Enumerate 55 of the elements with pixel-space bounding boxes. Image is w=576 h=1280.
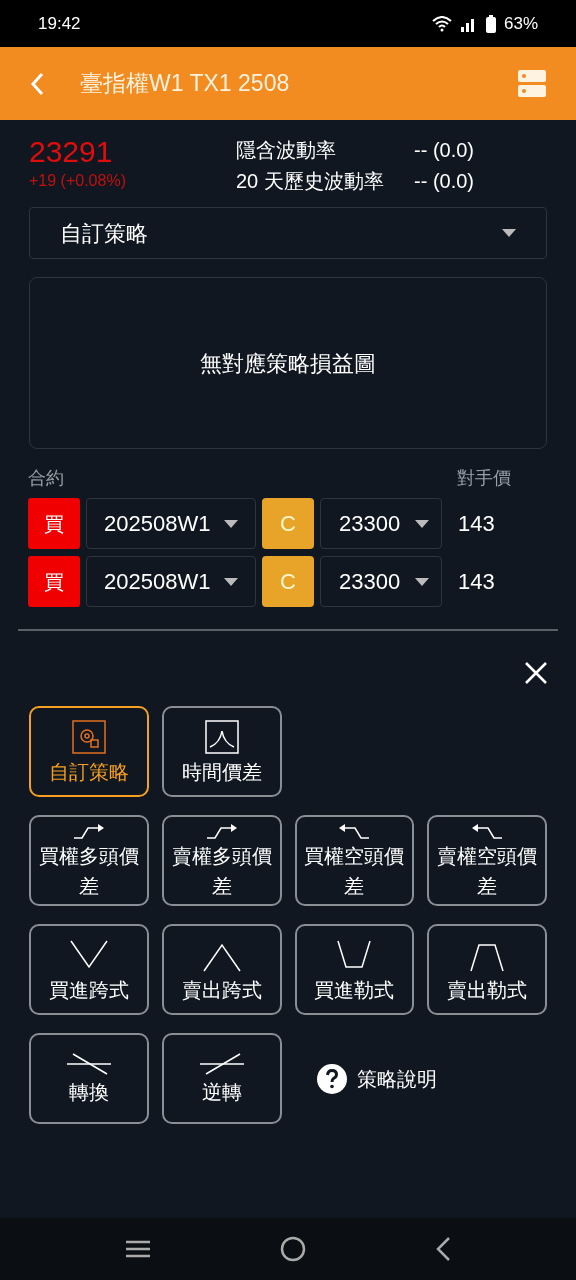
- volatility-label: 隱含波動率: [236, 138, 337, 163]
- status-time: 19:42: [38, 12, 81, 35]
- expiry-dropdown[interactable]: 202508W1: [86, 498, 256, 549]
- strategy-button[interactable]: 賣權空頭價差: [427, 815, 547, 906]
- help-icon: [317, 1063, 347, 1094]
- side-button[interactable]: 買: [28, 556, 80, 607]
- falling-arrow-icon: [471, 822, 504, 839]
- strategy-button[interactable]: 轉換: [29, 1033, 149, 1124]
- side-button[interactable]: 買: [28, 498, 80, 549]
- expiry-dropdown[interactable]: 202508W1: [86, 556, 256, 607]
- strategy-button[interactable]: 自訂策略: [29, 706, 149, 797]
- volatility-value: -- (0.0): [414, 169, 474, 194]
- rising-arrow-icon: [72, 822, 105, 839]
- strategy-button[interactable]: 買權多頭價差: [29, 815, 149, 906]
- crossing-lines-icon: [66, 1052, 112, 1075]
- strategy-button[interactable]: 逆轉: [162, 1033, 282, 1124]
- price: 23291: [29, 135, 114, 169]
- dropdown-caret-icon: [415, 519, 429, 528]
- back-icon: [30, 71, 44, 96]
- dropdown-caret-icon: [224, 519, 238, 528]
- counter-price: 143: [458, 510, 495, 538]
- strategy-help-link[interactable]: 策略說明: [317, 1063, 437, 1094]
- strike-dropdown[interactable]: 23300: [320, 498, 442, 549]
- dropdown-caret-icon: [224, 577, 238, 586]
- counter-price: 143: [458, 568, 495, 596]
- strategy-button[interactable]: 買進勒式: [294, 924, 415, 1015]
- crossing-lines-icon: [199, 1052, 245, 1075]
- strategy-button[interactable]: 賣出跨式: [161, 924, 282, 1015]
- recent-apps-icon[interactable]: [124, 1239, 151, 1259]
- strategy-button[interactable]: 買進跨式: [29, 924, 149, 1015]
- price-change: +19 (+0.08%): [29, 171, 127, 191]
- back-nav-icon[interactable]: [435, 1236, 452, 1262]
- strategy-dropdown[interactable]: 自訂策略: [29, 207, 547, 259]
- falling-arrow-icon: [338, 822, 371, 839]
- battery-icon: [485, 14, 496, 33]
- close-button[interactable]: [524, 661, 548, 685]
- strategy-button[interactable]: 賣權多頭價差: [161, 815, 282, 906]
- strike-dropdown[interactable]: 23300: [320, 556, 442, 607]
- chart-placeholder-text: 無對應策略損益圖: [200, 349, 376, 378]
- rising-arrow-icon: [205, 822, 238, 839]
- home-icon[interactable]: [280, 1236, 306, 1262]
- contract-heading: 合約: [28, 467, 64, 490]
- strategy-button[interactable]: 時間價差: [162, 706, 282, 797]
- dropdown-caret-icon: [415, 577, 429, 586]
- volatility-label: 20 天歷史波動率: [236, 169, 385, 194]
- price-heading: 對手價: [457, 467, 512, 490]
- battery-percent: 63%: [503, 12, 538, 35]
- strategy-button[interactable]: 買權空頭價差: [294, 815, 415, 906]
- dropdown-caret-icon: [502, 229, 516, 237]
- header-title: 臺指權W1 TX1 2508: [80, 69, 291, 99]
- wifi-icon: [431, 15, 452, 32]
- close-icon: [524, 661, 548, 685]
- volatility-value: -- (0.0): [414, 138, 474, 163]
- server-icon: [518, 69, 546, 98]
- strategy-button[interactable]: 賣出勒式: [427, 924, 547, 1015]
